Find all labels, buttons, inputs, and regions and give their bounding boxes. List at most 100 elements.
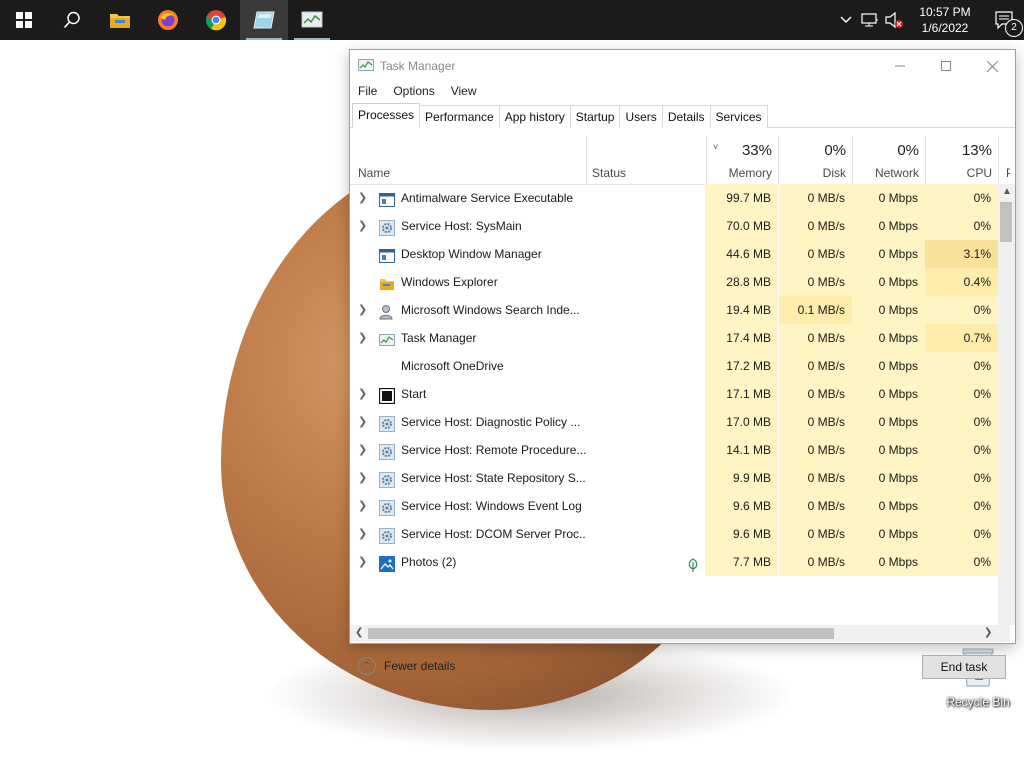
minimize-button[interactable] [877,50,923,82]
scroll-right-icon[interactable]: ❯ [984,627,992,638]
system-tray: 10:57 PM 1/6/2022 2 [834,0,1024,40]
column-header-name[interactable]: Name [350,136,586,184]
memory-total-pct: 33% [741,142,772,159]
cpu-value: 0% [925,436,998,464]
column-cpu-label: CPU [966,166,992,180]
table-row[interactable]: ❯ Antimalware Service Executable 99.7 MB 0 … [350,184,1010,212]
expand-chevron-icon[interactable]: ❯ [358,436,370,464]
disk-value: 0 MB/s [779,268,852,296]
table-row[interactable]: ❯ Service Host: Remote Procedure... 14.1 M… [350,436,1010,464]
menu-options[interactable]: Options [385,82,442,102]
table-row[interactable]: ❯ Service Host: State Repository S... 9.9 … [350,464,1010,492]
maximize-icon [941,61,951,71]
cpu-value: 0% [925,296,998,324]
tab-processes[interactable]: Processes [352,103,421,128]
disk-value: 0 MB/s [779,436,852,464]
firefox-button[interactable] [144,0,192,40]
expand-chevron-icon[interactable]: ❯ [358,380,370,408]
expand-chevron-icon[interactable]: ❯ [358,212,370,240]
column-header-disk[interactable]: 0% Disk [779,136,853,184]
disk-value: 0 MB/s [779,548,852,576]
table-row[interactable]: ❯ Photos (2) 7.7 MB 0 MB/s 0 Mbps 0% [350,548,1010,576]
expand-chevron-icon[interactable]: ❯ [358,492,370,520]
column-header-cpu[interactable]: 13% CPU [925,136,999,184]
start-button[interactable] [0,0,48,40]
clock[interactable]: 10:57 PM 1/6/2022 [906,4,984,36]
column-header-extra[interactable]: P [998,136,1010,184]
cpu-value: 0% [925,212,998,240]
task-manager-icon [301,11,323,28]
vertical-scroll-thumb[interactable] [1000,202,1012,242]
vertical-scrollbar[interactable]: ▲ [998,184,1015,625]
expand-chevron-icon[interactable]: ❯ [358,296,370,324]
taskbar: 10:57 PM 1/6/2022 2 [0,0,1024,40]
disk-value: 0 MB/s [779,240,852,268]
tab-details[interactable]: Details [661,105,711,128]
memory-value: 9.6 MB [705,520,778,548]
network-value: 0 Mbps [852,492,925,520]
expand-chevron-icon[interactable]: ❯ [358,324,370,352]
horizontal-scrollbar[interactable]: ❮ ❯ [350,625,1010,642]
network-value: 0 Mbps [852,436,925,464]
end-task-button[interactable]: End task [922,655,1006,679]
expand-chevron-icon[interactable]: ❯ [358,408,370,436]
action-center-button[interactable]: 2 [984,0,1024,40]
gear-icon [379,414,395,432]
close-button[interactable] [969,50,1015,82]
disk-value: 0.1 MB/s [779,296,852,324]
table-row[interactable]: Microsoft OneDrive 17.2 MB 0 MB/s 0 Mbps 0% [350,352,1010,380]
fewer-details-button[interactable]: ⌃ Fewer details [358,657,455,675]
horizontal-scroll-thumb[interactable] [368,628,834,639]
task-manager-taskbar-button[interactable] [288,0,336,40]
tab-app-history[interactable]: App history [498,105,571,128]
chrome-button[interactable] [192,0,240,40]
cpu-value: 0% [925,492,998,520]
tab-users[interactable]: Users [619,105,663,128]
process-name: Microsoft Windows Search Inde... [401,303,580,317]
tab-performance[interactable]: Performance [419,105,500,128]
folder-icon [379,274,395,290]
table-row[interactable]: ❯ Service Host: DCOM Server Proc... 9.6 MB… [350,520,1010,548]
table-row[interactable]: ❯ Service Host: Diagnostic Policy ... 17.0… [350,408,1010,436]
process-name: Service Host: State Repository S... [401,471,586,485]
column-header-memory[interactable]: ˅ 33% Memory [705,136,779,184]
show-hidden-icons-button[interactable] [834,0,858,40]
expand-chevron-icon[interactable]: ❯ [358,548,370,576]
network-tray-button[interactable] [858,0,882,40]
maximize-button[interactable] [923,50,969,82]
column-header-status[interactable]: Status [586,136,707,184]
expand-chevron-icon[interactable]: ❯ [358,520,370,548]
clock-date: 1/6/2022 [921,21,969,35]
disk-value: 0 MB/s [779,464,852,492]
cpu-value: 0% [925,548,998,576]
expand-chevron-icon[interactable]: ❯ [358,184,370,212]
menu-file[interactable]: File [350,82,385,102]
gear-icon [379,442,395,460]
volume-tray-button[interactable] [882,0,906,40]
table-row[interactable]: ❯ Start 17.1 MB 0 MB/s 0 Mbps 0% [350,380,1010,408]
table-row[interactable]: ❯ Task Manager 17.4 MB 0 MB/s 0 Mbps 0.7% [350,324,1010,352]
process-name: Service Host: Diagnostic Policy ... [401,415,581,429]
file-explorer-button[interactable] [96,0,144,40]
column-header-network[interactable]: 0% Network [852,136,926,184]
table-row[interactable]: ❯ Microsoft Windows Search Inde... 19.4 MB… [350,296,1010,324]
memory-value: 19.4 MB [705,296,778,324]
tab-services[interactable]: Services [709,105,768,128]
app-window-icon [379,190,395,207]
tab-startup[interactable]: Startup [569,105,621,128]
search-button[interactable] [48,0,96,40]
app-window-icon [379,246,395,263]
gear-icon [379,498,395,516]
title-bar[interactable]: Task Manager [350,50,1015,82]
menu-view[interactable]: View [443,82,485,102]
expand-chevron-icon[interactable]: ❯ [358,464,370,492]
table-row[interactable]: Desktop Window Manager 44.6 MB 0 MB/s 0 Mbp… [350,240,1010,268]
table-row[interactable]: ❯ Service Host: SysMain 70.0 MB 0 MB/s 0 Mbp… [350,212,1010,240]
process-list: ❯ Antimalware Service Executable 99.7 MB 0 … [350,184,1010,625]
cpu-value: 0.4% [925,268,998,296]
table-row[interactable]: Windows Explorer 28.8 MB 0 MB/s 0 Mbps 0.4% [350,268,1010,296]
app-button-1[interactable] [240,0,288,40]
table-row[interactable]: ❯ Service Host: Windows Event Log 9.6 MB 0 … [350,492,1010,520]
scroll-left-icon[interactable]: ❮ [355,627,363,638]
scroll-up-icon[interactable]: ▲ [1002,186,1012,197]
